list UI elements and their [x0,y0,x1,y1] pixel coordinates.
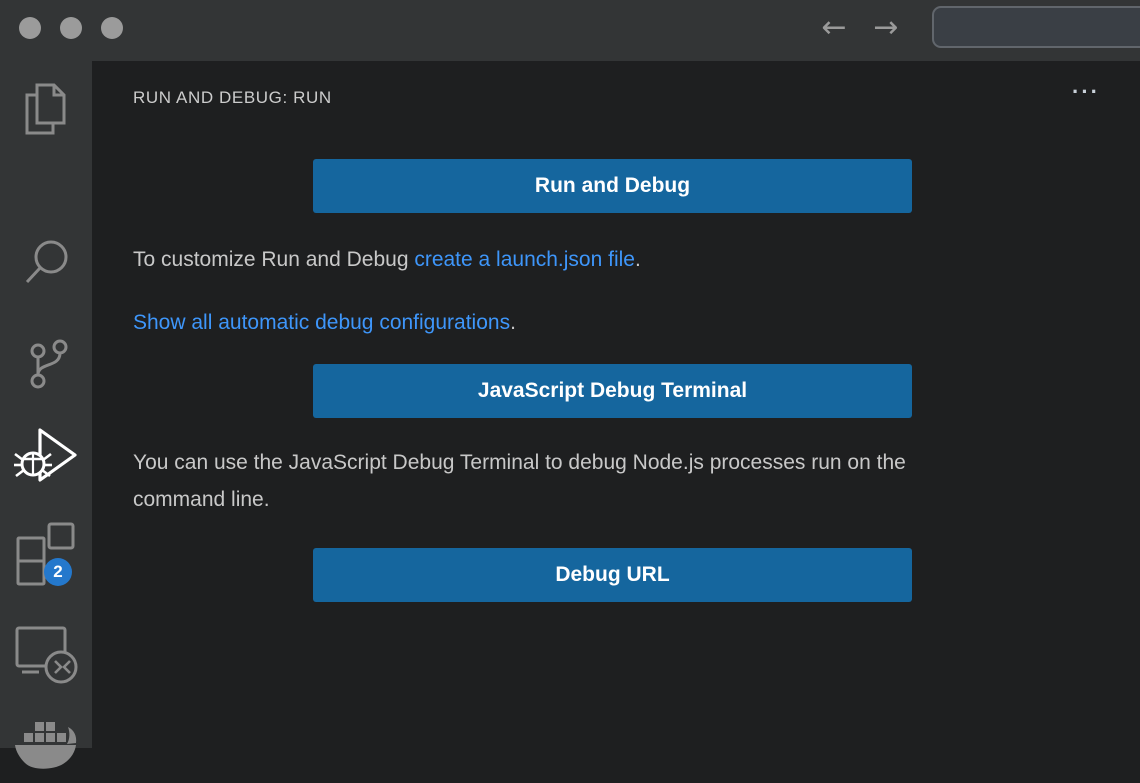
js-terminal-description: You can use the JavaScript Debug Termina… [133,444,998,518]
sidebar-item-explorer[interactable] [0,74,92,146]
customize-text-suffix: . [635,248,641,271]
sidebar-item-run-and-debug[interactable] [0,421,92,493]
sidebar-item-remote-explorer[interactable] [0,617,92,689]
debug-url-button[interactable]: Debug URL [313,548,912,602]
customize-text-prefix: To customize Run and Debug [133,248,414,271]
search-icon [20,236,72,292]
history-back-icon[interactable]: ← [816,8,852,48]
js-debug-terminal-button[interactable]: JavaScript Debug Terminal [313,364,912,418]
vscode-window: { "window": { "nav_back": "←", "nav_forw… [0,0,1140,748]
run-and-debug-icon [12,423,80,491]
window-close-button[interactable] [19,17,41,39]
history-forward-icon[interactable]: → [868,8,904,48]
extensions-badge: 2 [44,558,72,586]
run-and-debug-panel: RUN AND DEBUG: RUN ··· Run and Debug To … [92,61,1140,748]
window-minimize-button[interactable] [60,17,82,39]
sidebar-item-search[interactable] [0,228,92,300]
source-control-icon [20,338,72,394]
window-zoom-button[interactable] [101,17,123,39]
show-all-text: Show all automatic debug configurations. [133,304,516,341]
sidebar-item-docker[interactable] [0,711,92,783]
sidebar-item-source-control[interactable] [0,330,92,402]
titlebar: ← → [0,0,1140,61]
files-icon [20,82,72,138]
show-all-configurations-link[interactable]: Show all automatic debug configurations [133,311,510,334]
titlebar-search-input[interactable] [932,6,1140,48]
more-actions-icon[interactable]: ··· [1062,79,1110,109]
activity-bar: 2 [0,61,92,748]
panel-title: RUN AND DEBUG: RUN [133,88,332,108]
run-and-debug-button[interactable]: Run and Debug [313,159,912,213]
docker-icon [12,714,80,780]
show-all-text-suffix: . [510,311,516,334]
customize-text: To customize Run and Debug create a laun… [133,241,641,278]
remote-explorer-icon [10,621,82,685]
create-launch-json-link[interactable]: create a launch.json file [414,248,635,271]
